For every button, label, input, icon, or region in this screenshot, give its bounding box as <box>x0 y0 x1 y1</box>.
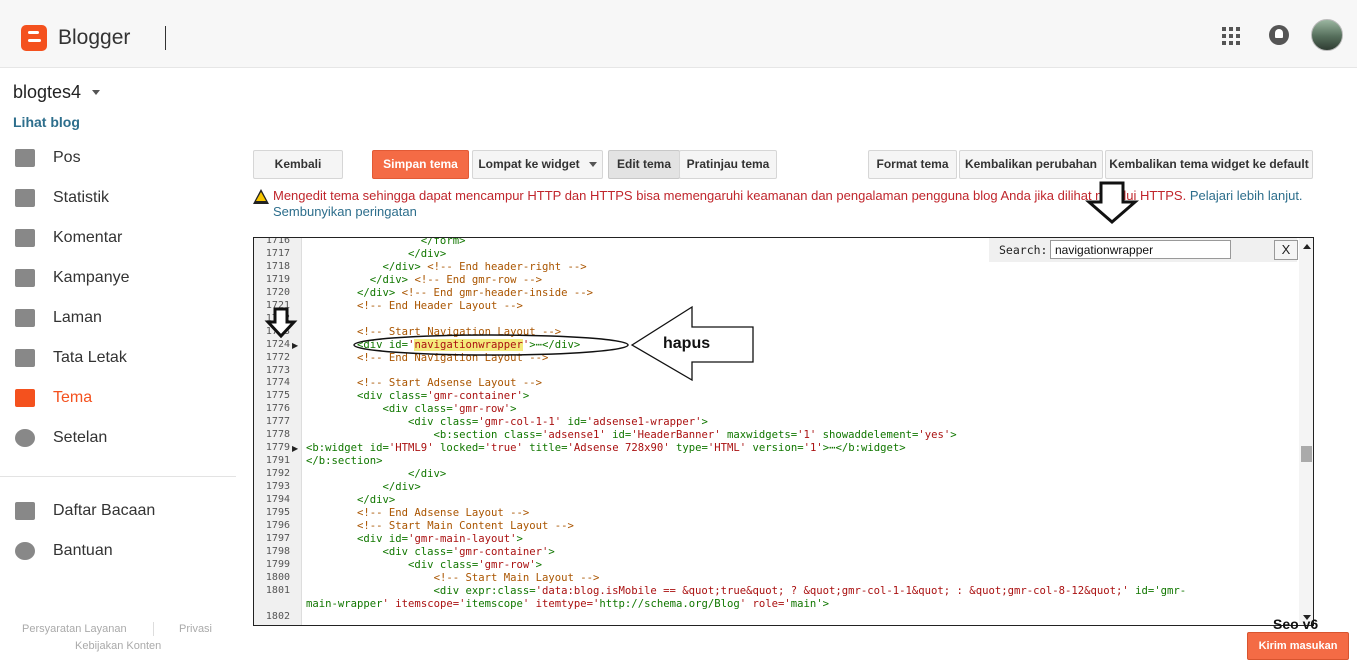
watermark: Seo v6 <box>1273 616 1319 632</box>
send-feedback-button[interactable]: Kirim masukan <box>1247 632 1349 660</box>
annotation-label: hapus <box>663 335 711 352</box>
annotation-overlay <box>264 181 1140 382</box>
down-arrow-icon <box>1084 181 1140 224</box>
highlight-ellipse <box>353 334 629 356</box>
down-arrow-icon <box>264 307 298 339</box>
